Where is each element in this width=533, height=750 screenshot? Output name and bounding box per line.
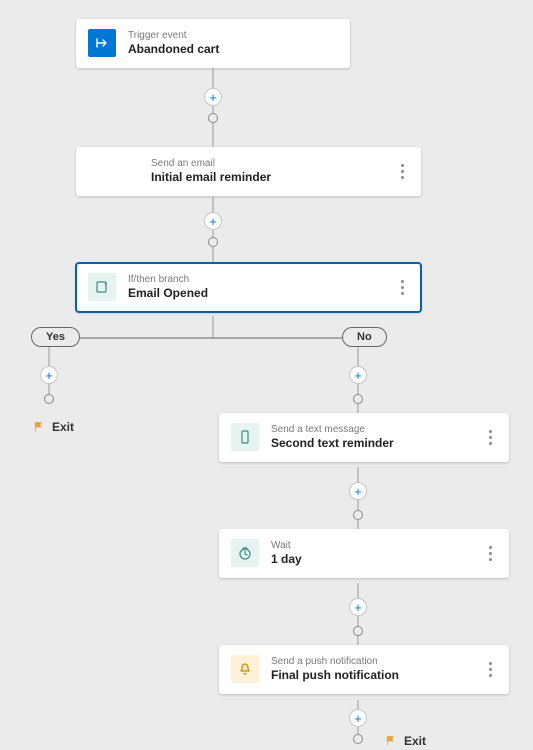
flag-icon	[385, 735, 397, 747]
wait-title: 1 day	[271, 552, 471, 568]
connector-end-circle	[353, 510, 363, 520]
more-menu-icon[interactable]	[395, 160, 409, 182]
exit-label: Exit	[404, 734, 426, 748]
add-step-button[interactable]: +	[349, 482, 367, 500]
branch-icon	[88, 273, 116, 301]
add-step-button[interactable]: +	[349, 366, 367, 384]
connector-end-circle	[353, 626, 363, 636]
more-menu-icon[interactable]	[483, 658, 497, 680]
push-title: Final push notification	[271, 668, 471, 684]
branch-type-label: If/then branch	[128, 273, 383, 286]
add-step-button[interactable]: +	[349, 598, 367, 616]
sms-title: Second text reminder	[271, 436, 471, 452]
trigger-type-label: Trigger event	[128, 29, 338, 42]
connector-end-circle	[353, 394, 363, 404]
branch-yes-label: Yes	[31, 327, 80, 347]
arrow-start-icon	[88, 29, 116, 57]
exit-marker-no: Exit	[385, 734, 426, 748]
email-type-label: Send an email	[151, 157, 383, 170]
branch-title: Email Opened	[128, 286, 383, 302]
add-step-button[interactable]: +	[40, 366, 58, 384]
clock-icon	[231, 539, 259, 567]
exit-label: Exit	[52, 420, 74, 434]
add-step-button[interactable]: +	[349, 709, 367, 727]
phone-icon	[231, 423, 259, 451]
sms-text: Send a text message Second text reminder	[271, 423, 471, 452]
connector-end-circle	[353, 734, 363, 744]
more-menu-icon[interactable]	[395, 276, 409, 298]
sms-node[interactable]: Send a text message Second text reminder	[219, 413, 509, 462]
flag-icon	[33, 421, 45, 433]
add-step-button[interactable]: +	[204, 212, 222, 230]
connector-end-circle	[208, 113, 218, 123]
trigger-text: Trigger event Abandoned cart	[128, 29, 338, 58]
connector-end-circle	[44, 394, 54, 404]
connector-lines	[0, 0, 533, 750]
email-text: Send an email Initial email reminder	[151, 157, 383, 186]
bell-icon	[231, 655, 259, 683]
email-title: Initial email reminder	[151, 170, 383, 186]
more-menu-icon[interactable]	[483, 542, 497, 564]
wait-node[interactable]: Wait 1 day	[219, 529, 509, 578]
branch-node[interactable]: If/then branch Email Opened	[76, 263, 421, 312]
branch-no-label: No	[342, 327, 387, 347]
push-type-label: Send a push notification	[271, 655, 471, 668]
push-node[interactable]: Send a push notification Final push noti…	[219, 645, 509, 694]
wait-text: Wait 1 day	[271, 539, 471, 568]
connector-end-circle	[208, 237, 218, 247]
trigger-title: Abandoned cart	[128, 42, 338, 58]
branch-text: If/then branch Email Opened	[128, 273, 383, 302]
add-step-button[interactable]: +	[204, 88, 222, 106]
wait-type-label: Wait	[271, 539, 471, 552]
sms-type-label: Send a text message	[271, 423, 471, 436]
email-node[interactable]: Send an email Initial email reminder	[76, 147, 421, 196]
more-menu-icon[interactable]	[483, 426, 497, 448]
push-text: Send a push notification Final push noti…	[271, 655, 471, 684]
trigger-node[interactable]: Trigger event Abandoned cart	[76, 19, 350, 68]
exit-marker-yes: Exit	[33, 420, 74, 434]
